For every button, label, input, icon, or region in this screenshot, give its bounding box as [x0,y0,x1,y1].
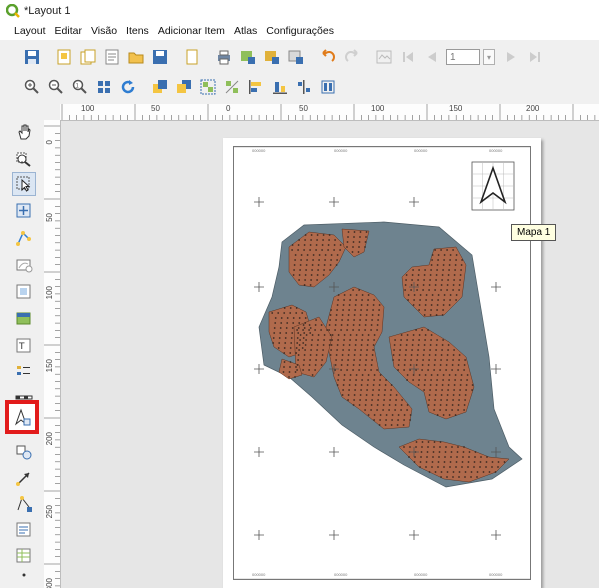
ruler-left-label: 250 [45,505,54,519]
ruler-left-label: 0 [45,140,54,145]
open-template-icon[interactable] [126,47,146,67]
zoom-100-icon[interactable] [94,77,114,97]
menu-itens[interactable]: Itens [126,25,149,37]
ruler-top-label: 0 [226,104,231,113]
export-svg-icon[interactable] [262,47,282,67]
atlas-prev-icon[interactable] [422,47,442,67]
title-bar: *Layout 1 [0,0,599,22]
menu-editar[interactable]: Editar [55,25,82,37]
duplicate-layout-icon[interactable] [78,47,98,67]
svg-text:000000: 000000 [414,148,428,153]
map-render: 000000 000000 000000 000000 000000 000000 000… [234,146,530,580]
edit-nodes-icon[interactable] [12,226,36,250]
atlas-settings-icon[interactable] [374,47,394,67]
add-attribute-table-icon[interactable] [12,544,36,568]
menu-adicionar-item[interactable]: Adicionar Item [158,25,225,37]
add-node-item-icon[interactable] [12,492,36,516]
zoom-icon[interactable] [12,147,36,171]
add-html-icon[interactable] [12,518,36,542]
add-legend-icon[interactable] [12,360,36,384]
undo-icon[interactable] [318,47,338,67]
layout-canvas[interactable]: 000000 000000 000000 000000 000000 000000 000… [61,121,599,588]
ruler-left-label: 300 [45,578,54,588]
menu-configuracoes[interactable]: Configurações [266,25,334,37]
zoom-in-icon[interactable] [46,77,66,97]
align-bottom-icon[interactable] [270,77,290,97]
zoom-full-icon[interactable] [22,77,42,97]
distribute-icon[interactable] [294,77,314,97]
layout-toolbar: 1 ▾ [0,42,599,72]
svg-text:000000: 000000 [414,572,428,577]
map-item-tooltip: Mapa 1 [511,224,557,241]
item-toolbox: T [0,104,44,588]
ruler-top-label: 200 [526,104,540,113]
vertical-ruler: 0 50 100 150 200 250 300 [44,120,61,588]
add-3d-map-icon[interactable] [12,307,36,331]
add-picture-icon[interactable] [12,280,36,304]
atlas-page-spin-arrow[interactable]: ▾ [483,49,495,65]
move-content-icon[interactable] [12,199,36,223]
ruler-left-label: 50 [45,213,54,222]
redo-icon[interactable] [342,47,362,67]
svg-text:T: T [18,342,25,352]
navigation-toolbar: 1 [0,72,599,102]
atlas-page-input[interactable]: 1 [446,49,480,65]
layout-page[interactable]: 000000 000000 000000 000000 000000 000000 000… [223,138,541,588]
save-icon[interactable] [22,47,42,67]
layout-manager-icon[interactable] [102,47,122,67]
ruler-top-label: 50 [151,104,160,113]
menu-atlas[interactable]: Atlas [234,25,257,37]
atlas-next-icon[interactable] [501,47,521,67]
menu-layout[interactable]: Layout [14,25,46,37]
ruler-top-label: 50 [299,104,308,113]
window-title: *Layout 1 [24,5,71,17]
ruler-left-label: 200 [45,432,54,446]
ruler-top-label: 100 [371,104,385,113]
ruler-top-label: 150 [449,104,463,113]
add-arrow-icon[interactable] [12,466,36,490]
svg-text:000000: 000000 [252,148,266,153]
resize-icon[interactable] [318,77,338,97]
svg-text:000000: 000000 [334,148,348,153]
refresh-icon[interactable] [118,77,138,97]
svg-text:000000: 000000 [334,572,348,577]
ungroup-icon[interactable] [222,77,242,97]
export-image-icon[interactable] [238,47,258,67]
export-pdf-icon[interactable] [286,47,306,67]
atlas-first-icon[interactable] [398,47,418,67]
lower-items-icon[interactable] [174,77,194,97]
add-shape-icon[interactable] [12,440,36,464]
ruler-left-label: 150 [45,359,54,373]
group-icon[interactable] [198,77,218,97]
select-icon[interactable] [12,172,36,196]
map-item[interactable]: 000000 000000 000000 000000 000000 000000 000… [233,146,531,580]
print-icon[interactable] [214,47,234,67]
save-template-icon[interactable] [150,47,170,67]
horizontal-ruler: 100 50 0 50 100 150 200 [60,104,599,121]
atlas-last-icon[interactable] [525,47,545,67]
menu-bar: Layout Editar Visão Itens Adicionar Item… [0,22,599,40]
pan-icon[interactable] [12,120,36,144]
menu-visao[interactable]: Visão [91,25,117,37]
add-label-icon[interactable]: T [12,334,36,358]
horizontal-ruler-ticks [61,104,596,120]
add-map-icon[interactable] [12,253,36,277]
align-left-icon[interactable] [246,77,266,97]
more-tools-icon[interactable] [12,567,36,583]
add-north-arrow-icon[interactable] [5,400,39,434]
ruler-top-label: 100 [81,104,95,113]
qgis-logo-icon [6,4,20,18]
svg-text:000000: 000000 [252,572,266,577]
page-setup-icon[interactable] [182,47,202,67]
new-layout-icon[interactable] [54,47,74,67]
svg-text:000000: 000000 [489,572,503,577]
ruler-left-label: 100 [45,286,54,300]
raise-items-icon[interactable] [150,77,170,97]
svg-text:000000: 000000 [489,148,503,153]
zoom-out-icon[interactable]: 1 [70,77,90,97]
